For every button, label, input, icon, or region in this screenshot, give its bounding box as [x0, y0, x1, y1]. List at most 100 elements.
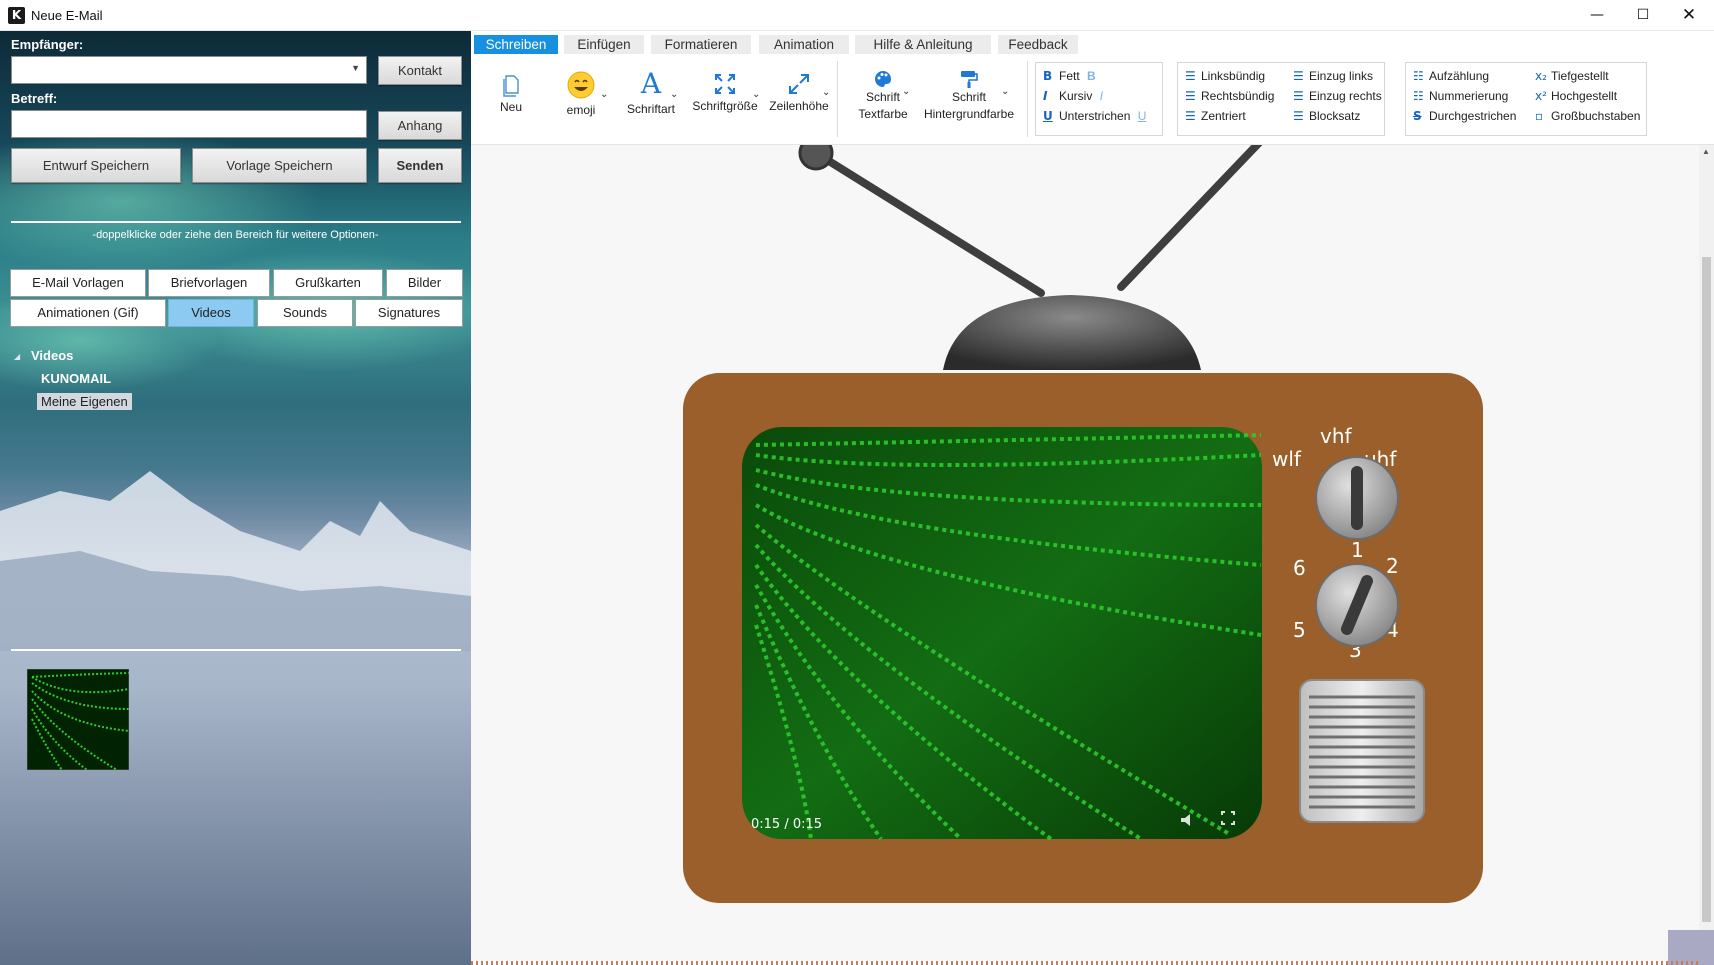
scrollbar-thumb[interactable] — [1702, 257, 1711, 922]
indent-right-label: Einzug rechts — [1309, 89, 1382, 103]
underline-icon: U — [1043, 109, 1053, 123]
maximize-button[interactable]: ☐ — [1620, 0, 1666, 31]
chevron-down-icon[interactable]: ⌄ — [752, 89, 760, 100]
resize-corner[interactable] — [1668, 930, 1714, 965]
compose-sidebar: Empfänger: ▼ Kontakt Betreff: Anhang Ent… — [0, 31, 471, 965]
send-button[interactable]: Senden — [378, 148, 462, 183]
new-button[interactable]: Neu — [491, 75, 531, 116]
subject-input[interactable] — [11, 110, 367, 138]
strikethrough-icon: S — [1413, 109, 1422, 123]
palette-icon — [875, 71, 891, 87]
numbering-button[interactable]: ☷ Nummerierung — [1413, 89, 1508, 103]
align-center-label: Zentriert — [1201, 109, 1246, 123]
video-time: 0:15 / 0:15 — [751, 817, 823, 832]
tab-format[interactable]: Formatieren — [651, 35, 751, 54]
save-draft-button[interactable]: Entwurf Speichern — [11, 148, 181, 183]
chevron-down-icon[interactable]: ▼ — [351, 63, 360, 73]
divider[interactable] — [11, 649, 461, 651]
tree-item-my-own[interactable]: Meine Eigenen — [37, 393, 132, 410]
video-thumbnail[interactable] — [27, 669, 129, 770]
justify-label: Blocksatz — [1309, 109, 1361, 123]
chevron-down-icon[interactable]: ⌄ — [902, 86, 910, 97]
justify-button[interactable]: ☰ Blocksatz — [1293, 109, 1360, 123]
strikethrough-button[interactable]: S Durchgestrichen — [1413, 109, 1516, 123]
bullet-list-icon: ☷ — [1413, 69, 1424, 83]
align-left-icon: ☰ — [1185, 69, 1196, 83]
expand-icon — [715, 74, 735, 94]
contact-button[interactable]: Kontakt — [378, 56, 462, 85]
superscript-label: Hochgestellt — [1551, 89, 1618, 103]
indent-left-button[interactable]: ☰ Einzug links — [1293, 69, 1373, 83]
superscript-button[interactable]: x² Hochgestellt — [1535, 89, 1617, 103]
email-editor[interactable]: wlf vhf uhf 1 2 4 3 5 6 — [471, 145, 1699, 961]
antenna-dome — [943, 295, 1201, 370]
attachment-button[interactable]: Anhang — [378, 111, 462, 140]
tab-help[interactable]: Hilfe & Anleitung — [855, 35, 991, 54]
tab-animation[interactable]: Animation — [759, 35, 849, 54]
recipient-input[interactable]: ▼ — [11, 56, 367, 84]
tab-sounds[interactable]: Sounds — [257, 299, 353, 327]
dial-label-wlf: wlf — [1272, 447, 1302, 471]
window-title: Neue E-Mail — [31, 8, 103, 23]
close-button[interactable]: ✕ — [1666, 0, 1712, 31]
line-height-label: Zeilenhöhe — [769, 99, 829, 113]
title-bar: K Neue E-Mail — ☐ ✕ — [0, 0, 1714, 31]
underline-button[interactable]: U Unterstrichen U — [1043, 109, 1146, 123]
numbered-list-icon: ☷ — [1413, 89, 1424, 103]
indent-right-button[interactable]: ☰ Einzug rechts — [1293, 89, 1382, 103]
uppercase-button[interactable]: ▫ Großbuchstaben — [1535, 109, 1640, 123]
save-template-button[interactable]: Vorlage Speichern — [192, 148, 367, 183]
tree-item-kunomail[interactable]: KUNOMAIL — [41, 371, 111, 386]
indent-left-label: Einzug links — [1309, 69, 1374, 83]
bullets-button[interactable]: ☷ Aufzählung — [1413, 69, 1489, 83]
tab-images[interactable]: Bilder — [386, 269, 463, 297]
tab-insert[interactable]: Einfügen — [564, 35, 644, 54]
tab-letter-templates[interactable]: Briefvorlagen — [148, 269, 270, 297]
bold-button[interactable]: B Fett B — [1043, 69, 1096, 83]
bullets-label: Aufzählung — [1429, 69, 1490, 83]
resize-hint: -doppelklicke oder ziehe den Bereich für… — [92, 229, 379, 241]
video-player[interactable] — [742, 427, 1262, 839]
tab-feedback[interactable]: Feedback — [998, 35, 1078, 54]
tree-root-videos[interactable]: Videos — [31, 348, 73, 363]
italic-label: Kursiv — [1059, 89, 1093, 103]
subscript-label: Tiefgestellt — [1551, 69, 1609, 83]
subscript-button[interactable]: x₂ Tiefgestellt — [1535, 69, 1609, 83]
tab-greeting-cards[interactable]: Grußkarten — [273, 269, 383, 297]
chevron-down-icon[interactable]: ⌄ — [600, 89, 608, 100]
antenna-left — [812, 149, 1045, 297]
vertical-scrollbar[interactable]: ▲ — [1699, 145, 1714, 961]
italic-button[interactable]: I Kursiv I — [1043, 89, 1103, 103]
align-center-button[interactable]: ☰ Zentriert — [1185, 109, 1246, 123]
tab-email-templates[interactable]: E-Mail Vorlagen — [10, 269, 146, 297]
smiley-icon — [567, 71, 595, 99]
align-center-icon: ☰ — [1185, 109, 1196, 123]
tab-write[interactable]: Schreiben — [474, 35, 558, 54]
tab-videos[interactable]: Videos — [168, 299, 254, 327]
emoji-button[interactable]: emoji — [559, 70, 603, 119]
bold-preview-icon: B — [1087, 69, 1096, 83]
chevron-down-icon[interactable]: ⌄ — [1001, 86, 1009, 97]
font-size-button[interactable]: Schriftgröße — [690, 73, 760, 115]
chevron-down-icon[interactable]: ⌄ — [822, 87, 830, 98]
indent-left-icon: ☰ — [1293, 69, 1304, 83]
dial-label-vhf: vhf — [1320, 424, 1353, 448]
ribbon-separator — [837, 61, 838, 137]
align-right-icon: ☰ — [1185, 89, 1196, 103]
tab-signatures[interactable]: Signatures — [355, 299, 463, 327]
scroll-up-icon[interactable]: ▲ — [1702, 147, 1710, 156]
align-right-button[interactable]: ☰ Rechtsbündig — [1185, 89, 1274, 103]
align-left-button[interactable]: ☰ Linksbündig — [1185, 69, 1265, 83]
bold-icon: B — [1043, 69, 1053, 83]
background-color-label-2: Hintergrundfarbe — [923, 107, 1015, 121]
recipient-label: Empfänger: — [11, 37, 84, 52]
tab-animations[interactable]: Animationen (Gif) — [10, 299, 166, 327]
divider[interactable] — [11, 221, 461, 223]
antenna-tip — [798, 145, 834, 171]
dial-number-2: 2 — [1386, 554, 1399, 578]
italic-icon: I — [1043, 89, 1048, 103]
chevron-down-icon[interactable]: ⌄ — [670, 89, 678, 100]
minimize-button[interactable]: — — [1574, 0, 1620, 31]
tree-collapse-icon[interactable]: ◢ — [14, 352, 20, 361]
italic-preview-icon: I — [1099, 89, 1104, 103]
